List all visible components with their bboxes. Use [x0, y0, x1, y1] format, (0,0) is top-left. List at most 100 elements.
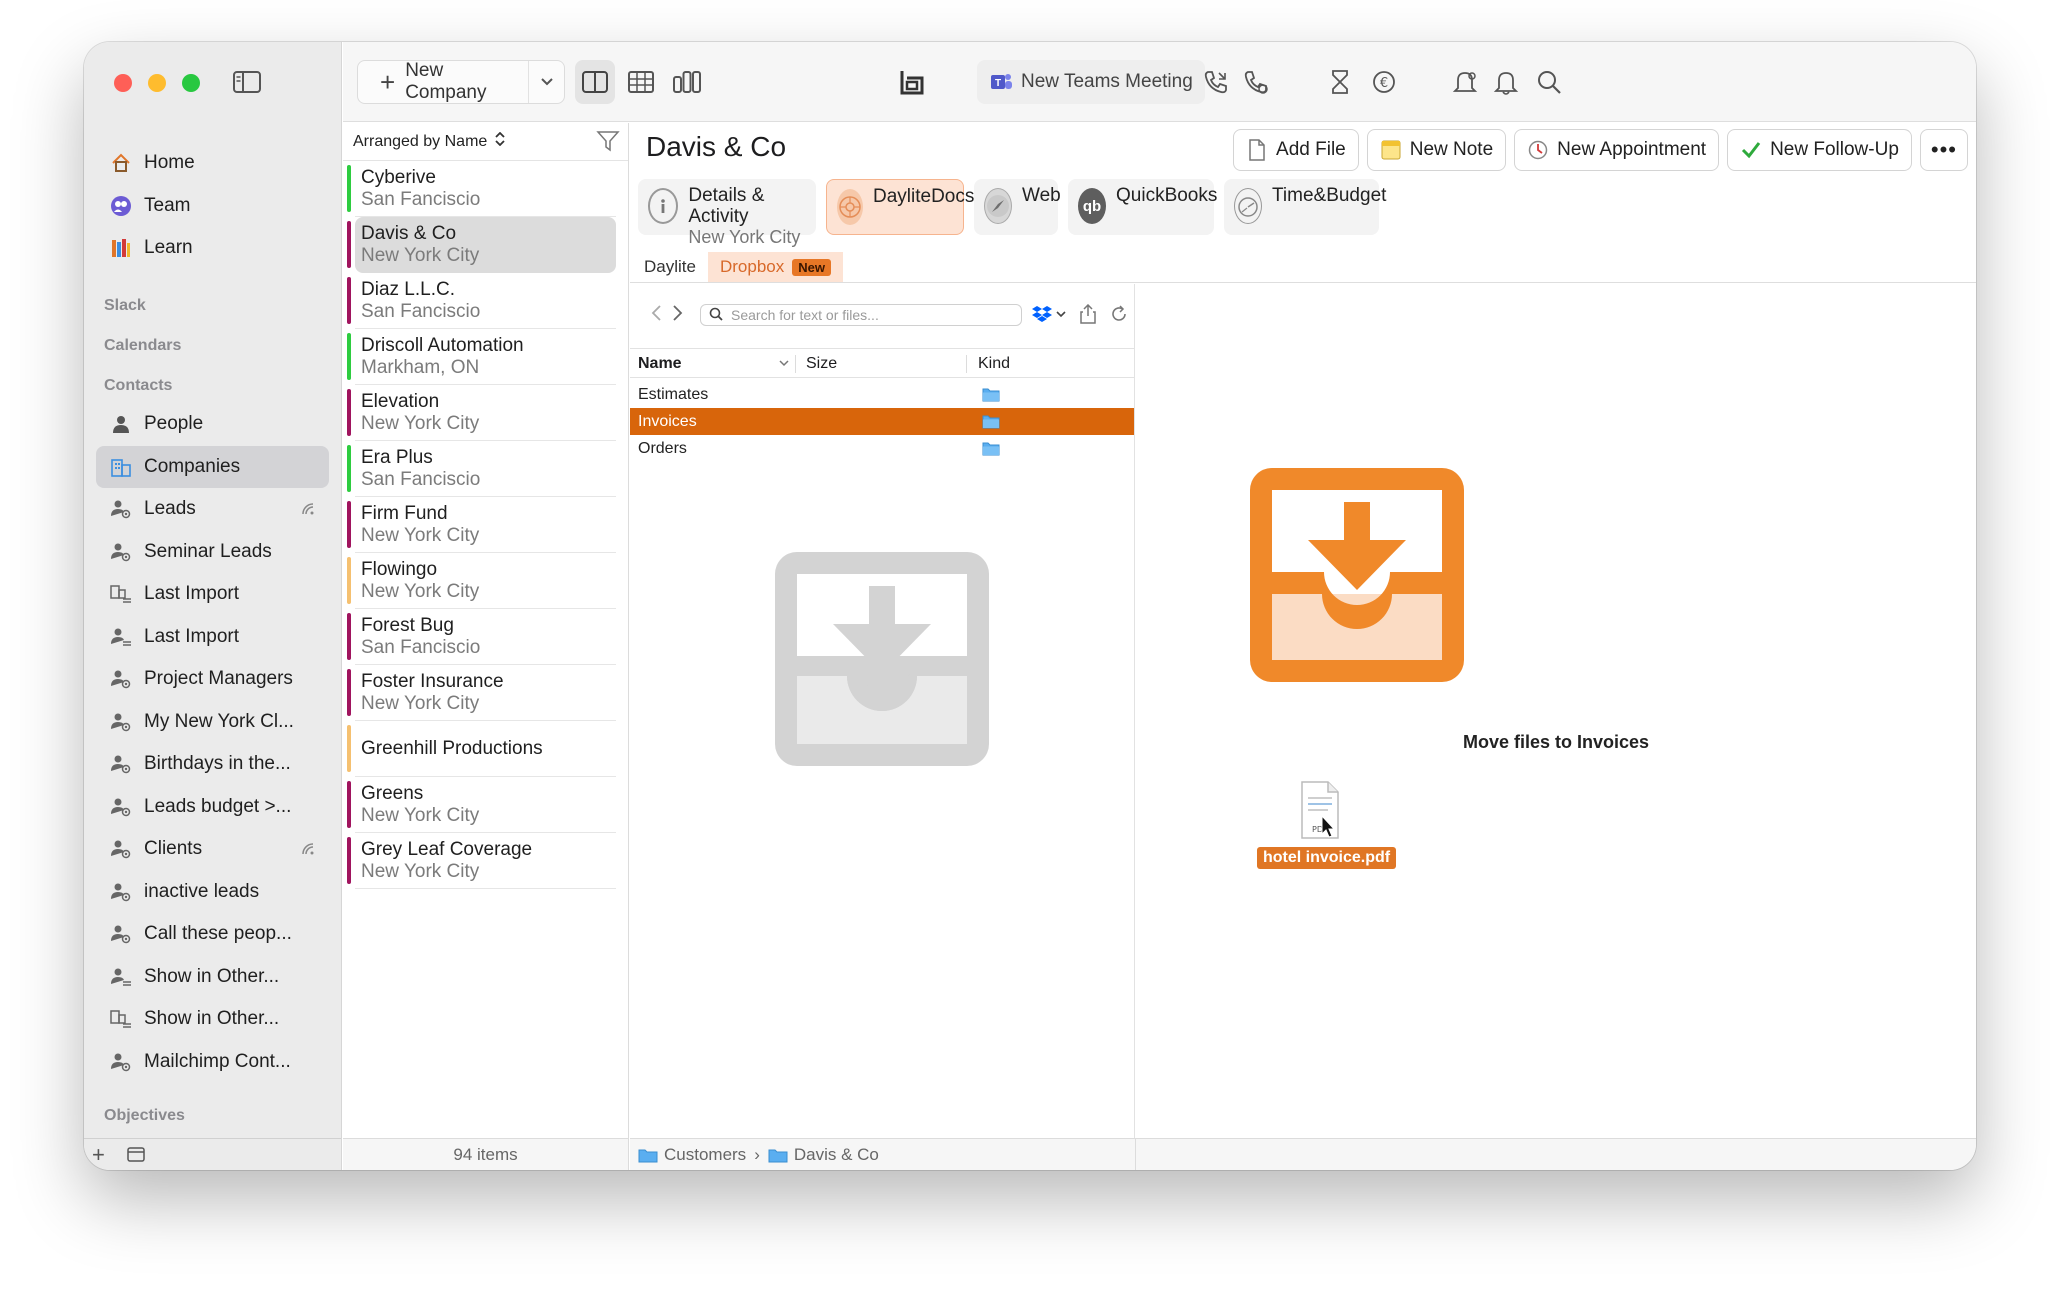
tab-web[interactable]: Web [974, 179, 1061, 235]
clock-icon [1527, 139, 1549, 161]
company-row[interactable]: Flowingo New York City [347, 553, 616, 609]
new-company-button[interactable]: + New Company [357, 60, 565, 104]
sidebar-item-contacts-15[interactable]: Mailchimp Cont... [96, 1041, 329, 1083]
currency-icon[interactable]: € [1371, 66, 1397, 98]
sidebar-item-contacts-9[interactable]: Leads budget >... [96, 786, 329, 828]
sidebar-item-contacts-7[interactable]: My New York Cl... [96, 701, 329, 743]
sidebar-item-contacts-1[interactable]: Companies [96, 445, 329, 488]
board-view-button[interactable] [667, 60, 707, 104]
company-name: Era Plus [361, 446, 433, 468]
company-city: New York City [361, 804, 480, 826]
voip-icon[interactable] [1243, 66, 1269, 98]
add-file-button[interactable]: Add File [1233, 129, 1359, 171]
sidebar-item-team[interactable]: Team [96, 185, 329, 227]
sidebar-item-learn[interactable]: Learn [96, 227, 329, 269]
tab-time-budget[interactable]: Time&Budget [1224, 179, 1386, 235]
path-segment-company[interactable]: Davis & Co [794, 1145, 879, 1165]
section-calendars[interactable]: Calendars [96, 319, 329, 355]
sidebar-item-contacts-2[interactable]: Leads [96, 488, 329, 530]
section-slack[interactable]: Slack [96, 279, 329, 315]
new-teams-meeting-button[interactable]: T New Teams Meeting [977, 60, 1205, 104]
subtab-daylite[interactable]: Daylite [632, 252, 708, 282]
company-row[interactable]: Driscoll Automation Markham, ON [347, 329, 616, 385]
dropbox-icon[interactable] [1032, 305, 1066, 328]
bell-icon[interactable] [1493, 66, 1519, 98]
split-view-button[interactable] [575, 60, 615, 104]
file-search-field[interactable]: Search for text or files... [700, 304, 1022, 326]
sidebar-item-home[interactable]: Home [96, 142, 329, 184]
notification-settings-icon[interactable] [1451, 66, 1479, 98]
section-contacts[interactable]: Contacts [96, 359, 329, 395]
sidebar-item-contacts-4[interactable]: Last Import [96, 573, 329, 615]
new-note-button[interactable]: New Note [1366, 129, 1507, 171]
file-row[interactable]: Orders [630, 435, 1134, 462]
daylite-logo-icon[interactable] [898, 66, 926, 98]
drop-zone[interactable]: Move files to Invoices PD hotel invoice.… [1136, 284, 1976, 1138]
table-view-icon [628, 71, 654, 93]
stopwatch-icon [1234, 188, 1262, 224]
sidebar-item-contacts-11[interactable]: inactive leads [96, 871, 329, 913]
company-row[interactable]: Davis & Co New York City [347, 217, 616, 273]
new-followup-button[interactable]: New Follow-Up [1727, 129, 1912, 171]
company-row[interactable]: Elevation New York City [347, 385, 616, 441]
tab-details-activity[interactable]: Details & Activity New York City [638, 179, 816, 247]
sidebar-item-contacts-0[interactable]: People [96, 403, 329, 445]
pdf-document-icon[interactable]: PD [1298, 780, 1342, 847]
minimize-window-button[interactable] [148, 74, 166, 92]
smart-list-icon [108, 836, 134, 862]
chevron-down-icon [540, 78, 553, 86]
refresh-icon[interactable] [1110, 305, 1128, 328]
sidebar-item-contacts-8[interactable]: Birthdays in the... [96, 743, 329, 785]
sidebar-toggle-icon[interactable] [232, 70, 262, 94]
sidebar-item-contacts-12[interactable]: Call these peop... [96, 913, 329, 955]
zoom-window-button[interactable] [182, 74, 200, 92]
back-arrow-icon[interactable] [650, 304, 664, 328]
company-row[interactable]: Grey Leaf Coverage New York City [347, 833, 616, 889]
company-row[interactable]: Firm Fund New York City [347, 497, 616, 553]
sidebar-item-label: Show in Other... [144, 1008, 280, 1029]
company-row[interactable]: Cyberive San Fanciscio [347, 161, 616, 217]
sidebar-item-contacts-10[interactable]: Clients [96, 828, 329, 870]
timer-icon[interactable] [1328, 66, 1352, 98]
tab-quickbooks[interactable]: qb QuickBooks [1068, 179, 1217, 235]
section-objectives[interactable]: Objectives [96, 1089, 329, 1125]
file-row[interactable]: Invoices [630, 408, 1134, 435]
company-row[interactable]: Era Plus San Fanciscio [347, 441, 616, 497]
subtab-dropbox[interactable]: Dropbox New [707, 252, 843, 282]
add-icon[interactable]: + [92, 1142, 105, 1168]
company-row[interactable]: Forest Bug San Fanciscio [347, 609, 616, 665]
column-name-header[interactable]: Name [638, 355, 682, 373]
search-icon[interactable] [1536, 66, 1562, 98]
company-row[interactable]: Foster Insurance New York City [347, 665, 616, 721]
company-row[interactable]: Greens New York City [347, 777, 616, 833]
calendar-small-icon[interactable] [127, 1142, 145, 1168]
new-appointment-button[interactable]: New Appointment [1514, 129, 1720, 171]
sort-updown-icon [495, 131, 505, 151]
company-city: Markham, ON [361, 356, 480, 378]
phone-icon[interactable] [1203, 66, 1229, 98]
chevron-down-icon[interactable] [778, 355, 790, 373]
new-company-dropdown[interactable] [528, 61, 564, 103]
forward-arrow-icon[interactable] [670, 304, 684, 328]
column-kind-header[interactable]: Kind [978, 355, 1010, 373]
share-icon[interactable] [1080, 303, 1096, 329]
teams-label: New Teams Meeting [1021, 71, 1193, 92]
plus-icon: + [380, 66, 396, 97]
tab-daylitedocs[interactable]: DayliteDocs [826, 179, 974, 235]
more-options-button[interactable]: ••• [1919, 129, 1968, 171]
sidebar-item-contacts-13[interactable]: Show in Other... [96, 956, 329, 998]
path-segment-customers[interactable]: Customers [664, 1145, 746, 1165]
company-row[interactable]: Greenhill Productions [347, 721, 616, 777]
table-view-button[interactable] [621, 60, 661, 104]
sidebar-item-contacts-14[interactable]: Show in Other... [96, 998, 329, 1040]
file-row[interactable]: Estimates [630, 381, 1134, 408]
list-sort-header[interactable]: Arranged by Name [343, 123, 628, 161]
company-row[interactable]: Diaz L.L.C. San Fanciscio [347, 273, 616, 329]
sidebar-item-contacts-3[interactable]: Seminar Leads [96, 531, 329, 573]
sidebar-item-contacts-6[interactable]: Project Managers [96, 658, 329, 700]
sidebar-item-contacts-5[interactable]: Last Import [96, 616, 329, 658]
filter-icon[interactable] [596, 129, 620, 158]
board-view-icon [673, 71, 701, 93]
close-window-button[interactable] [114, 74, 132, 92]
column-size-header[interactable]: Size [806, 355, 837, 373]
